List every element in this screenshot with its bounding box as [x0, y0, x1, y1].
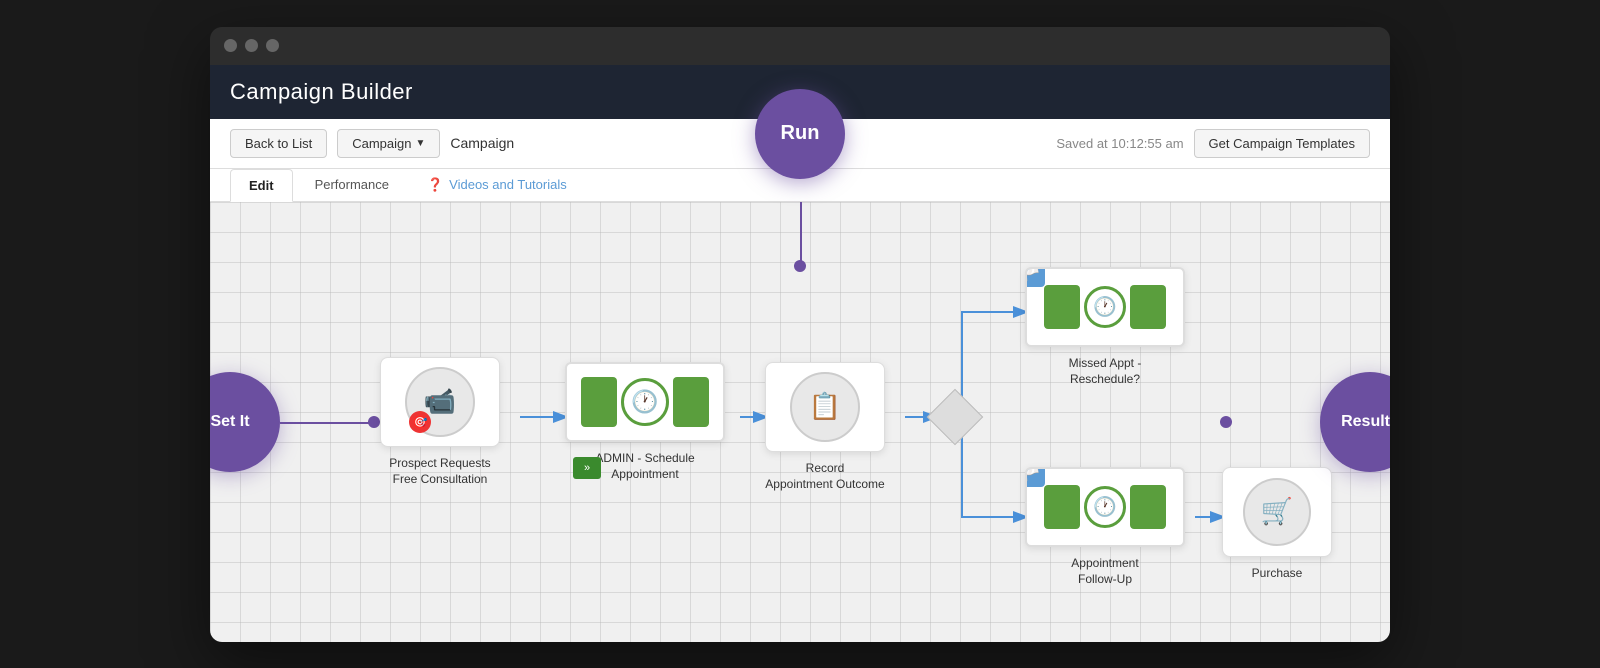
- diamond-shape: [927, 388, 984, 445]
- appt-followup-node[interactable]: 🕐 🏳️ AppointmentFollow-Up: [1025, 467, 1185, 589]
- campaign-name-input[interactable]: [450, 135, 631, 151]
- green-block-left-followup: [1044, 485, 1080, 529]
- missed-appt-action-inner: 🕐: [1044, 285, 1166, 329]
- green-block-right: [673, 377, 709, 427]
- window-dot-3: [266, 39, 279, 52]
- purchase-icon: 🛒: [1243, 478, 1311, 546]
- back-to-list-button[interactable]: Back to List: [230, 129, 327, 158]
- green-block-right-followup: [1130, 485, 1166, 529]
- clock-icon: 🕐: [621, 378, 669, 426]
- action-inner: 🕐: [581, 377, 709, 427]
- window-dot-1: [224, 39, 237, 52]
- record-icon: 📋: [790, 372, 860, 442]
- record-node-label: RecordAppointment Outcome: [765, 460, 884, 494]
- set-it-circle[interactable]: Set It: [210, 372, 280, 472]
- campaign-dropdown-button[interactable]: Campaign ▼: [337, 129, 440, 158]
- record-node[interactable]: 📋 RecordAppointment Outcome: [765, 362, 885, 494]
- run-connector-dot: [794, 260, 806, 272]
- results-connector-dot: [1220, 416, 1232, 428]
- green-block-left-small: [1044, 285, 1080, 329]
- saved-status: Saved at 10:12:55 am: [1056, 136, 1183, 151]
- set-it-connector-dot: [368, 416, 380, 428]
- missed-appt-node[interactable]: 🕐 🏳️ Missed Appt -Reschedule?: [1025, 267, 1185, 389]
- campaign-dropdown-label: Campaign: [352, 136, 411, 151]
- top-bar: Back to List Campaign ▼ Run Saved at 10:…: [210, 119, 1390, 169]
- admin-schedule-node[interactable]: 🕐 » ADMIN - ScheduleAppointment: [565, 362, 725, 484]
- missed-appt-label: Missed Appt -Reschedule?: [1069, 355, 1142, 389]
- get-templates-button[interactable]: Get Campaign Templates: [1194, 129, 1370, 158]
- trigger-node[interactable]: 📹 🎯 Prospect RequestsFree Consultation: [380, 357, 500, 489]
- appt-followup-label: AppointmentFollow-Up: [1071, 555, 1138, 589]
- results-circle[interactable]: Results: [1320, 372, 1390, 472]
- tab-performance[interactable]: Performance: [297, 169, 407, 200]
- appt-followup-action-inner: 🕐: [1044, 485, 1166, 529]
- purchase-label: Purchase: [1252, 565, 1303, 582]
- trigger-badge: 🎯: [409, 411, 431, 433]
- title-bar: [210, 27, 1390, 65]
- tutorials-link[interactable]: ❓ Videos and Tutorials: [427, 177, 567, 193]
- run-button-container: Run: [755, 89, 845, 179]
- window-dot-2: [245, 39, 258, 52]
- app-title: Campaign Builder: [230, 79, 413, 105]
- clock-icon-followup: 🕐: [1084, 486, 1126, 528]
- chevron-down-icon: ▼: [415, 138, 425, 149]
- app-window: Campaign Builder Back to List Campaign ▼…: [210, 27, 1390, 642]
- admin-schedule-label: ADMIN - ScheduleAppointment: [595, 450, 694, 484]
- decision-diamond[interactable]: [935, 397, 975, 437]
- flag-badge-missed: 🏳️: [1025, 267, 1045, 287]
- clock-icon-small: 🕐: [1084, 286, 1126, 328]
- question-icon: ❓: [427, 177, 443, 193]
- flag-badge-followup: 🏳️: [1025, 467, 1045, 487]
- green-block-right-small: [1130, 285, 1166, 329]
- trigger-node-label: Prospect RequestsFree Consultation: [389, 455, 490, 489]
- run-connector-line: [800, 202, 802, 262]
- run-button[interactable]: Run: [755, 89, 845, 179]
- purchase-node[interactable]: 🛒 Purchase: [1222, 467, 1332, 582]
- green-block-left: [581, 377, 617, 427]
- canvas-area[interactable]: Set It Results: [210, 202, 1390, 642]
- set-it-connector-line: [280, 422, 370, 424]
- tab-edit[interactable]: Edit: [230, 169, 293, 202]
